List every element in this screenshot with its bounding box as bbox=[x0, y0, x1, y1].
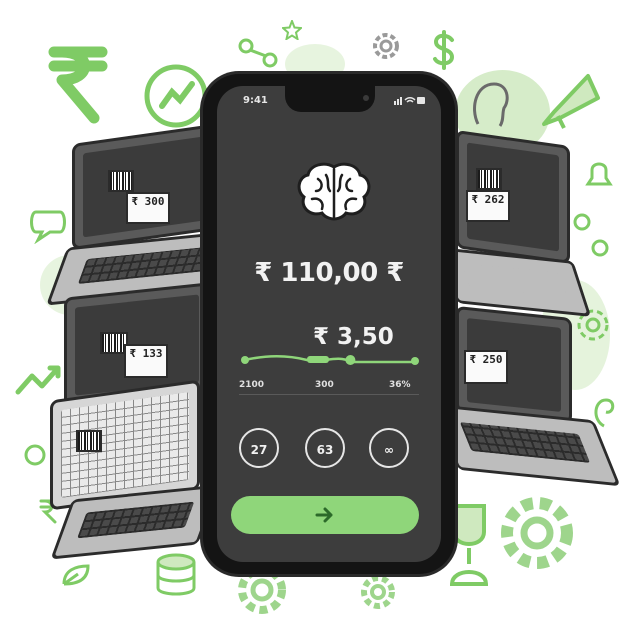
price-tag: ₹ 262 bbox=[466, 190, 510, 222]
bell-icon bbox=[585, 162, 613, 186]
infinity-button[interactable]: ∞ bbox=[369, 428, 409, 468]
secondary-amount: ₹ 3,50 bbox=[313, 324, 394, 350]
price-tag: ₹ 250 bbox=[464, 350, 508, 384]
rupee-symbol-icon bbox=[48, 46, 108, 124]
gear-icon bbox=[361, 575, 395, 609]
link-icon bbox=[238, 38, 278, 68]
laptop: ₹ 250 bbox=[431, 305, 621, 492]
front-camera bbox=[363, 95, 369, 101]
main-amount: ₹ 110,00 ₹ bbox=[254, 258, 404, 288]
gear-icon bbox=[501, 497, 573, 569]
signal-wifi-battery-icon bbox=[394, 97, 425, 105]
megaphone-icon bbox=[542, 74, 600, 129]
continue-button[interactable] bbox=[231, 496, 419, 534]
status-time: 9:41 bbox=[243, 95, 268, 106]
arrow-right-icon bbox=[315, 507, 333, 523]
phone-screen: 9:41 ₹ 110,00 ₹ ₹ 3,50 2100 300 36% 27 6… bbox=[217, 86, 441, 562]
divider bbox=[239, 394, 419, 395]
slider-scale: 2100 300 36% bbox=[239, 380, 425, 394]
brain-icon bbox=[297, 162, 371, 221]
barcode bbox=[108, 170, 134, 192]
scale-label-mid: 300 bbox=[315, 380, 334, 390]
notch bbox=[285, 86, 375, 112]
laptop: ₹ 262 bbox=[438, 129, 592, 317]
scale-label-max: 36% bbox=[389, 380, 411, 390]
gear-icon bbox=[373, 33, 399, 59]
illustration: ₹ 300 ₹ 262 ₹ 133 ₹ 250 9:41 ₹ 110,00 ₹ … bbox=[0, 0, 640, 640]
smartphone: 9:41 ₹ 110,00 ₹ ₹ 3,50 2100 300 36% 27 6… bbox=[203, 74, 455, 574]
star-icon bbox=[282, 20, 302, 40]
price-tag: ₹ 133 bbox=[124, 344, 168, 378]
quick-amount-button[interactable]: 63 bbox=[305, 428, 345, 468]
laptop bbox=[44, 379, 220, 560]
link-icon bbox=[573, 213, 609, 257]
slider-knob[interactable] bbox=[345, 355, 356, 365]
amount-slider[interactable] bbox=[241, 348, 419, 370]
dollar-sign-icon bbox=[433, 30, 455, 70]
scale-label-min: 2100 bbox=[239, 380, 265, 390]
price-tag: ₹ 300 bbox=[126, 192, 170, 224]
barcode bbox=[76, 430, 102, 452]
barcode bbox=[476, 168, 502, 190]
person-head-icon bbox=[473, 82, 509, 127]
quick-amount-button[interactable]: 27 bbox=[239, 428, 279, 468]
chart-badge-icon bbox=[144, 64, 208, 128]
leaf-icon bbox=[62, 564, 90, 586]
